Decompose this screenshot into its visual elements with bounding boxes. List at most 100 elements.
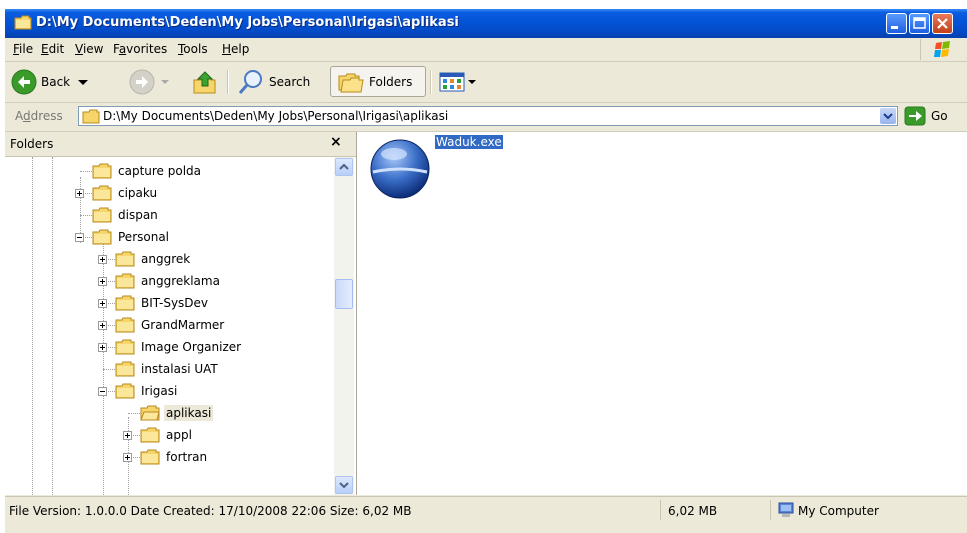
expand-icon[interactable] <box>98 299 107 308</box>
folder-icon <box>115 361 135 377</box>
expand-icon[interactable] <box>123 431 132 440</box>
go-button[interactable]: Go <box>904 106 948 126</box>
chevron-down-icon <box>883 113 893 120</box>
back-button[interactable]: Back <box>11 66 90 97</box>
tree-guide-line <box>128 413 140 414</box>
tree-guide-line <box>32 157 33 495</box>
forward-dropdown-icon <box>161 79 169 84</box>
title-bar[interactable]: D:\My Documents\Deden\My Jobs\Personal\I… <box>5 9 967 38</box>
tree-node[interactable]: fortran <box>140 446 209 468</box>
up-folder-button[interactable] <box>191 66 219 97</box>
status-location: My Computer <box>798 504 879 518</box>
tree-node[interactable]: cipaku <box>92 182 159 204</box>
folders-pane-title: Folders <box>10 137 54 151</box>
tree-node-label: BIT-SysDev <box>141 296 209 310</box>
chevron-down-icon <box>339 482 349 489</box>
folders-pane: Folders × capture polda cipaku dispan Perso… <box>5 132 357 495</box>
tree-node-label: capture polda <box>118 164 202 178</box>
folders-pane-header: Folders × <box>5 132 356 157</box>
tree-node[interactable]: GrandMarmer <box>115 314 226 336</box>
go-arrow-icon <box>904 106 926 126</box>
folders-icon <box>338 73 364 92</box>
search-icon <box>238 69 262 94</box>
status-divider <box>770 500 771 520</box>
forward-button[interactable] <box>129 66 171 97</box>
tree-node[interactable]: appl <box>140 424 194 446</box>
views-button[interactable] <box>439 66 477 97</box>
menu-help[interactable]: Help <box>222 42 249 56</box>
tree-node[interactable]: instalasi UAT <box>115 358 220 380</box>
collapse-icon[interactable] <box>98 387 107 396</box>
menu-file[interactable]: File <box>13 42 33 56</box>
menu-tools[interactable]: Tools <box>178 42 208 56</box>
scroll-down-button[interactable] <box>335 476 353 494</box>
address-path: D:\My Documents\Deden\My Jobs\Personal\I… <box>103 109 449 123</box>
toolbar-separator <box>430 70 432 94</box>
close-button[interactable] <box>932 13 953 34</box>
go-label: Go <box>931 109 948 123</box>
tree-node[interactable]: capture polda <box>92 160 203 182</box>
tree-node[interactable]: BIT-SysDev <box>115 292 210 314</box>
up-folder-icon <box>193 70 216 93</box>
minimize-button[interactable] <box>886 13 907 34</box>
tree-node-label: cipaku <box>118 186 158 200</box>
tree-node[interactable]: anggrek <box>115 248 192 270</box>
tree-node-label: Irigasi <box>141 384 178 398</box>
scroll-up-button[interactable] <box>335 158 353 176</box>
tree-guide-line <box>103 369 115 370</box>
scroll-thumb[interactable] <box>335 279 353 309</box>
menu-view[interactable]: View <box>75 42 103 56</box>
my-computer-icon <box>778 502 794 517</box>
expand-icon[interactable] <box>98 343 107 352</box>
folder-icon <box>115 295 135 311</box>
chevron-up-icon <box>339 163 349 170</box>
folders-label: Folders <box>369 74 413 89</box>
folders-pane-close-button[interactable]: × <box>330 134 342 150</box>
toolbar-separator <box>227 70 229 94</box>
folders-button[interactable]: Folders <box>330 66 426 97</box>
views-icon <box>439 72 465 91</box>
expand-icon[interactable] <box>75 189 84 198</box>
views-dropdown-icon[interactable] <box>467 77 477 87</box>
tree-node-label: appl <box>166 428 192 442</box>
application-globe-icon <box>370 139 430 199</box>
folder-icon <box>115 273 135 289</box>
maximize-icon <box>913 17 926 29</box>
search-button[interactable]: Search <box>237 66 310 97</box>
window-title: D:\My Documents\Deden\My Jobs\Personal\I… <box>36 15 459 30</box>
search-label: Search <box>269 74 311 89</box>
tree-node[interactable]: aplikasi <box>140 402 214 424</box>
address-field[interactable]: D:\My Documents\Deden\My Jobs\Personal\I… <box>78 106 898 126</box>
expand-icon[interactable] <box>123 453 132 462</box>
back-dropdown-icon[interactable] <box>76 77 90 87</box>
expand-icon[interactable] <box>98 321 107 330</box>
back-label: Back <box>41 74 71 89</box>
folder-icon <box>115 251 135 267</box>
folder-icon <box>14 15 32 30</box>
menu-edit[interactable]: Edit <box>41 42 64 56</box>
collapse-icon[interactable] <box>75 233 84 242</box>
file-name: Waduk.exe <box>435 135 503 149</box>
tree-node[interactable]: dispan <box>92 204 160 226</box>
folder-tree-scrollbar[interactable] <box>334 157 354 495</box>
status-bar: File Version: 1.0.0.0 Date Created: 17/1… <box>5 496 967 533</box>
tree-node[interactable]: anggreklama <box>115 270 222 292</box>
address-label: Address <box>15 109 63 123</box>
folder-icon <box>92 185 112 201</box>
maximize-button[interactable] <box>909 13 930 34</box>
expand-icon[interactable] <box>98 255 107 264</box>
tree-node-label: anggrek <box>141 252 191 266</box>
tree-node[interactable]: Irigasi <box>115 380 179 402</box>
tree-node-label: dispan <box>118 208 158 222</box>
address-bar: Address D:\My Documents\Deden\My Jobs\Pe… <box>5 103 967 132</box>
back-arrow-icon <box>11 69 37 94</box>
tree-node[interactable]: Image Organizer <box>115 336 243 358</box>
tree-node-label: GrandMarmer <box>141 318 225 332</box>
menu-favorites[interactable]: Favorites <box>113 42 167 56</box>
tree-node[interactable]: Personal <box>92 226 171 248</box>
tree-node-label: fortran <box>166 450 208 464</box>
address-dropdown-button[interactable] <box>880 108 896 124</box>
expand-icon[interactable] <box>98 277 107 286</box>
tree-node-label: aplikasi <box>164 405 214 421</box>
tree-node-label: anggreklama <box>141 274 220 288</box>
